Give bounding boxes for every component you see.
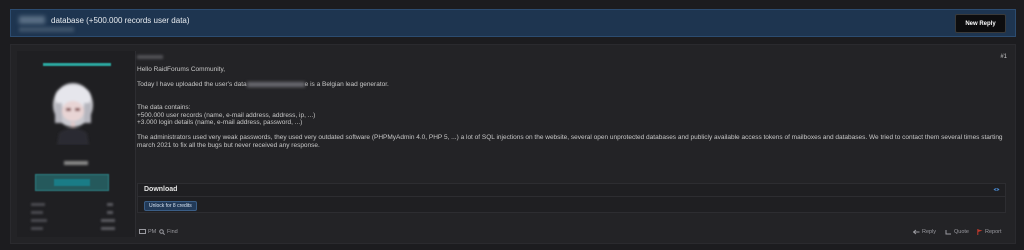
quote-icon [945,230,951,235]
unlock-button[interactable]: Unlock for 8 credits [144,201,197,211]
greeting-text: Hello RaidForums Community, [137,66,226,73]
post: #1 Hello RaidForums Community, Today I h… [10,44,1016,244]
find-label: Find [167,229,178,235]
contains-item: +3.000 login details (name, e-mail addre… [137,119,303,127]
report-button[interactable]: Report [977,227,1002,237]
new-reply-button[interactable]: New Reply [955,14,1006,33]
post-date-redacted [137,55,163,59]
user-panel [17,51,136,237]
stat-value [107,211,113,214]
stat-label [31,211,43,214]
user-title-redacted [64,161,88,165]
stat-value [107,203,113,206]
stat-label [31,219,47,222]
flag-icon [977,229,983,235]
contains-heading: The data contains: [137,103,191,111]
post-content: #1 Hello RaidForums Community, Today I h… [137,51,1007,237]
search-icon [159,229,165,235]
find-button[interactable]: Find [159,227,178,237]
message-icon [139,229,146,234]
reply-icon [913,229,920,235]
redacted-text [246,81,305,87]
thread-subtitle-redacted [19,27,74,32]
reply-label: Reply [922,229,937,235]
download-title: Download [144,186,178,193]
pm-label: PM [148,229,157,235]
report-label: Report [985,229,1002,235]
username-bar-redacted [43,63,111,66]
post-body: Hello RaidForums Community, Today I have… [137,66,1007,150]
upload-sentence-start: Today I have uploaded the user's data [137,81,247,89]
stat-label [31,227,43,230]
thread-header: database (+500.000 records user data) Ne… [10,9,1016,37]
contains-item: +500.000 user records (name, e-mail addr… [137,111,316,119]
post-number[interactable]: #1 [1000,54,1007,60]
post-actions: PM Find Reply Quote Report [137,227,1007,237]
quote-button[interactable]: Quote [945,227,969,237]
upload-sentence: Today I have uploaded the user's data e i… [137,81,1007,89]
stat-value [101,227,115,230]
avatar[interactable] [41,75,105,145]
upload-sentence-end: e is a Belgian lead generator. [304,81,389,89]
reply-button[interactable]: Reply [913,227,936,237]
stat-label [31,203,45,206]
details-paragraph: The administrators used very weak passwo… [137,134,1003,149]
thread-prefix-redacted [19,16,45,24]
user-rank-badge [35,174,109,191]
quote-label: Quote [954,229,969,235]
stat-value [101,219,115,222]
eye-icon[interactable] [993,187,1000,192]
pm-button[interactable]: PM [139,227,156,237]
download-box: Download Unlock for 8 credits [137,183,1006,213]
thread-title: database (+500.000 records user data) [51,16,190,25]
download-header: Download [138,184,1005,197]
